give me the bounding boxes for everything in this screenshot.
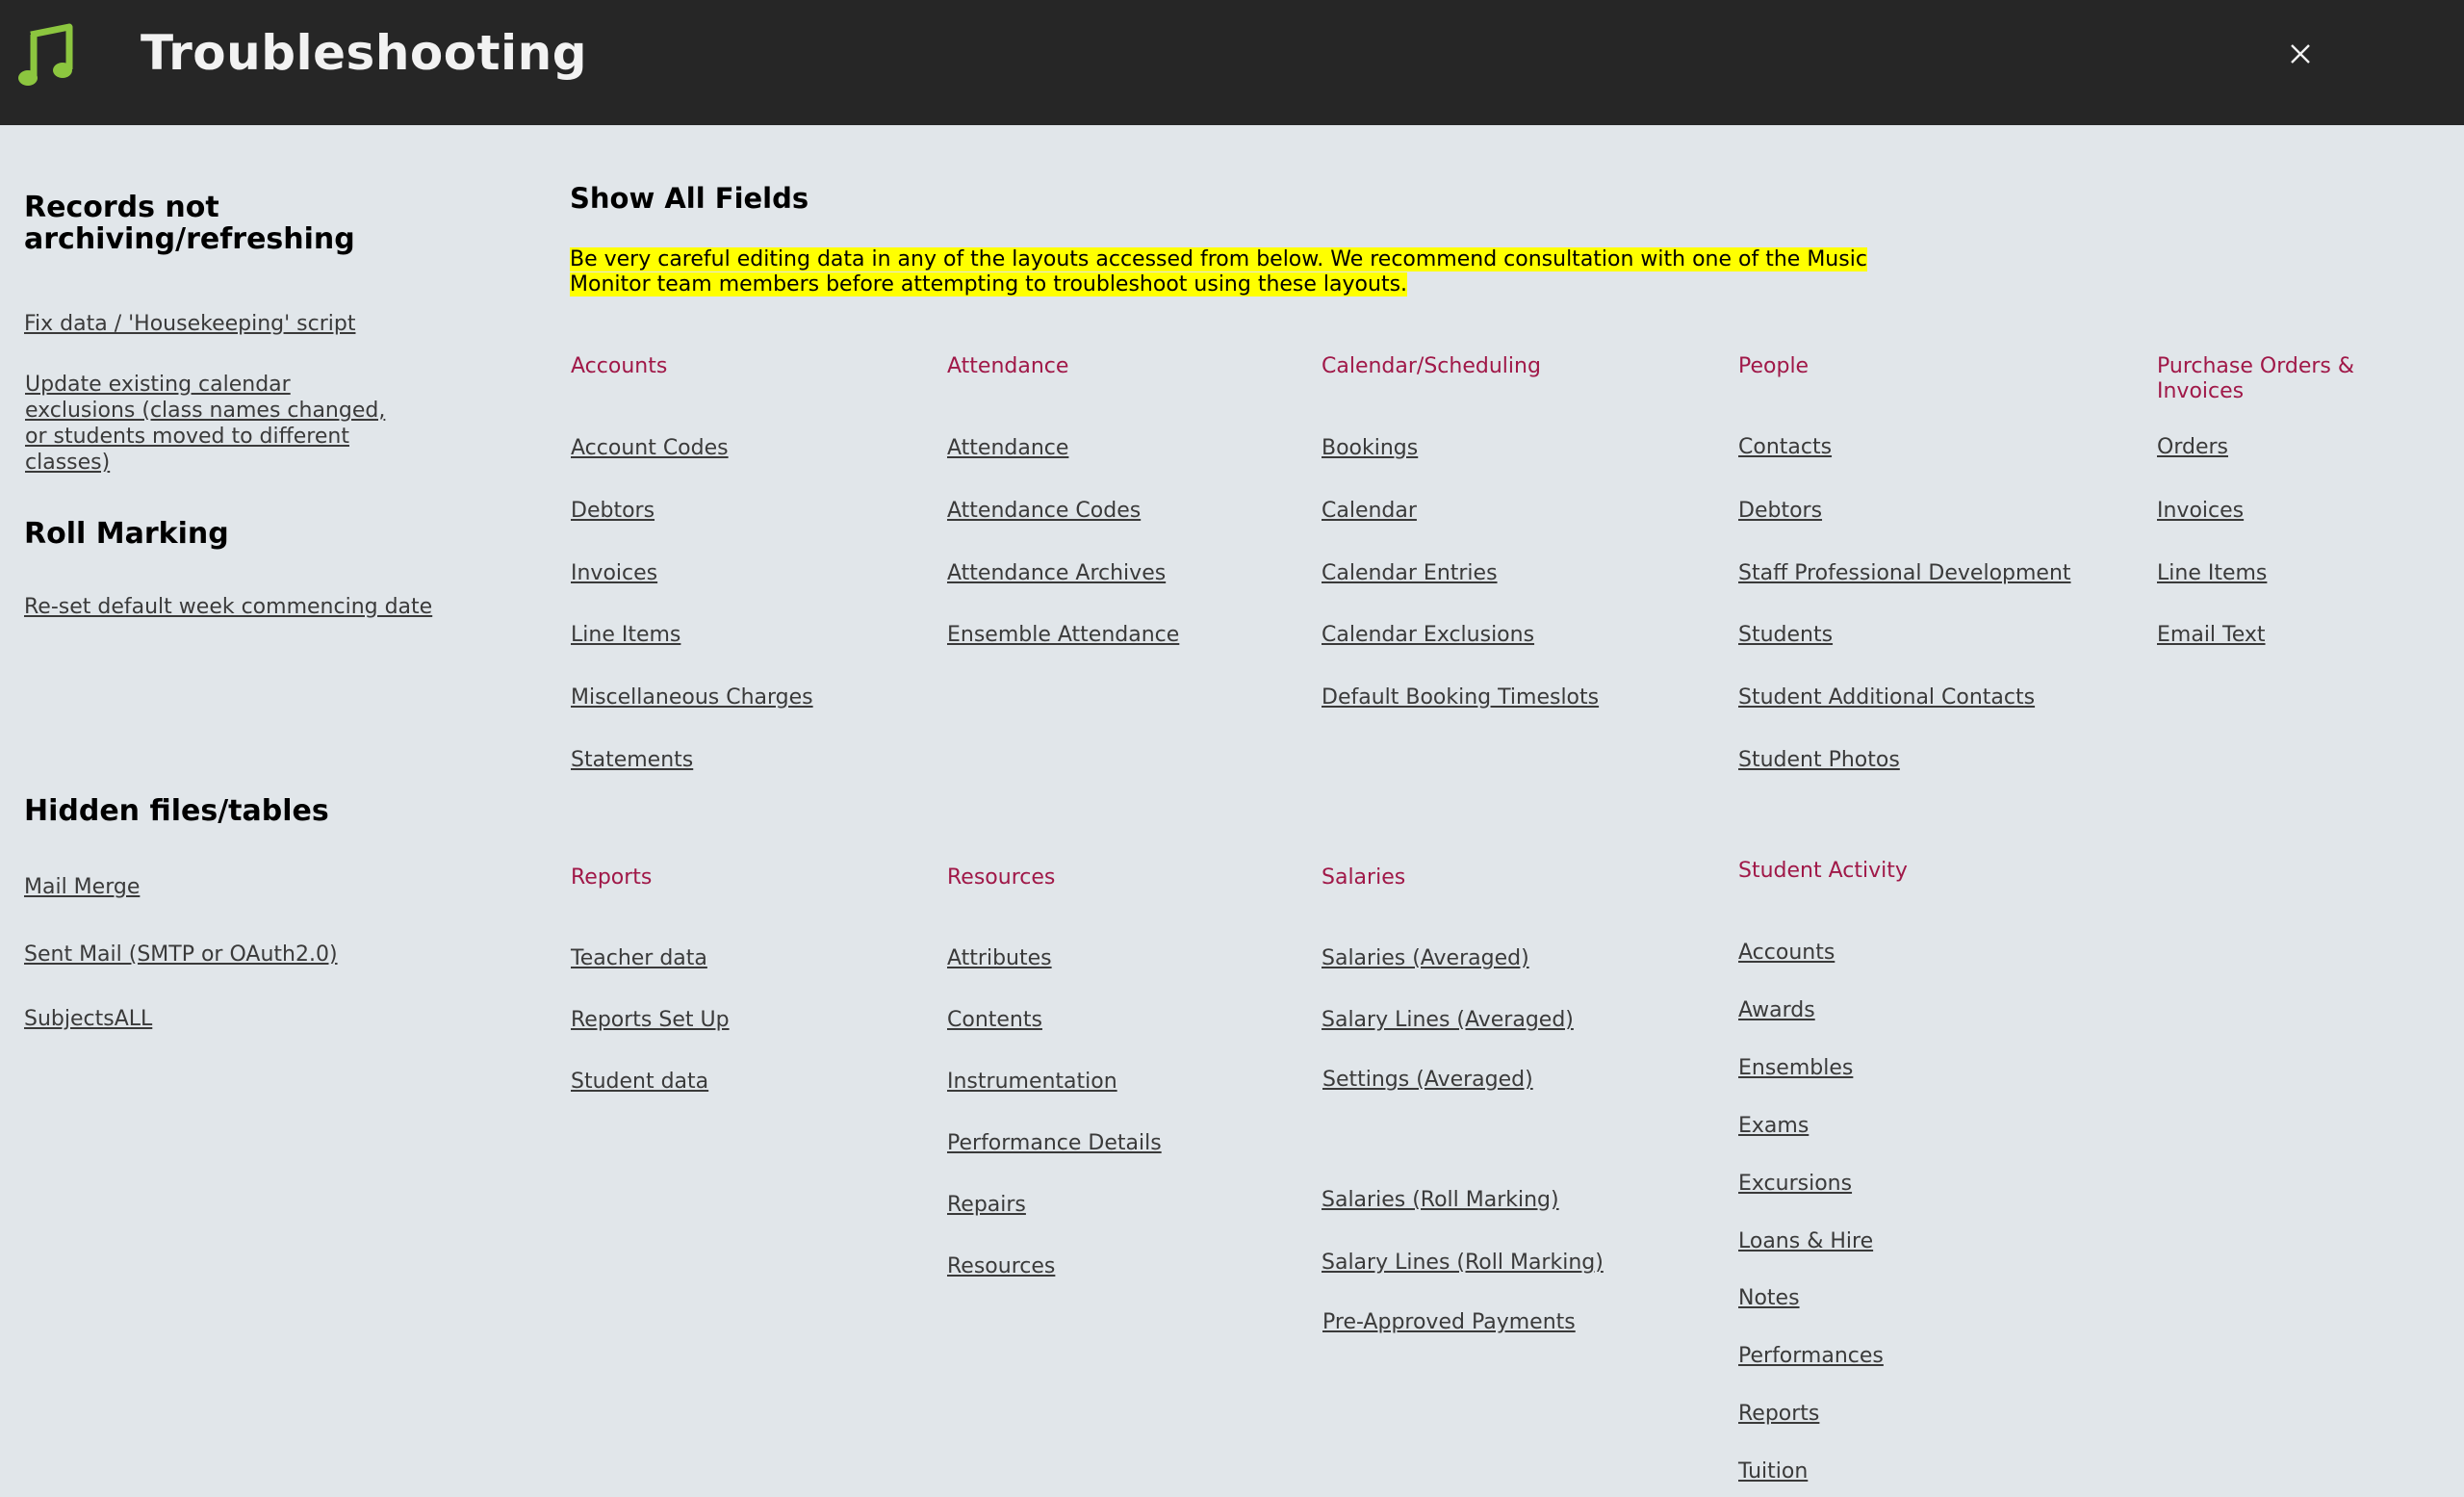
link-reset-week[interactable]: Re-set default week commencing date	[24, 594, 432, 620]
link-exams[interactable]: Exams	[1738, 1113, 1809, 1139]
link-attendance-codes[interactable]: Attendance Codes	[947, 498, 1141, 524]
category-resources: Resources	[947, 865, 1056, 890]
link-excursions[interactable]: Excursions	[1738, 1171, 1852, 1197]
link-calendar-exclusions[interactable]: Calendar Exclusions	[1322, 622, 1534, 648]
category-attendance: Attendance	[947, 354, 1069, 378]
link-instrumentation[interactable]: Instrumentation	[947, 1069, 1117, 1095]
link-salary-lines-roll-marking[interactable]: Salary Lines (Roll Marking)	[1322, 1250, 1604, 1276]
link-calendar-entries[interactable]: Calendar Entries	[1322, 560, 1498, 586]
category-calendar: Calendar/Scheduling	[1322, 354, 1541, 378]
show-all-fields-heading: Show All Fields	[570, 182, 809, 215]
link-po-invoices[interactable]: Invoices	[2157, 498, 2244, 524]
link-po-line-items[interactable]: Line Items	[2157, 560, 2267, 586]
link-students[interactable]: Students	[1738, 622, 1833, 648]
link-notes[interactable]: Notes	[1738, 1285, 1800, 1311]
link-salaries-roll-marking[interactable]: Salaries (Roll Marking)	[1322, 1187, 1559, 1213]
link-salaries-averaged[interactable]: Salaries (Averaged)	[1322, 945, 1529, 971]
link-accounts-invoices[interactable]: Invoices	[571, 560, 657, 586]
link-activity-reports[interactable]: Reports	[1738, 1401, 1819, 1427]
link-tuition[interactable]: Tuition	[1738, 1458, 1808, 1484]
link-account-codes[interactable]: Account Codes	[571, 435, 729, 461]
link-teacher-data[interactable]: Teacher data	[571, 945, 707, 971]
link-contents[interactable]: Contents	[947, 1007, 1042, 1033]
link-student-additional-contacts[interactable]: Student Additional Contacts	[1738, 684, 2035, 710]
link-calendar[interactable]: Calendar	[1322, 498, 1417, 524]
category-accounts: Accounts	[571, 354, 668, 378]
link-repairs[interactable]: Repairs	[947, 1192, 1026, 1218]
link-attendance[interactable]: Attendance	[947, 435, 1068, 461]
link-settings-averaged[interactable]: Settings (Averaged)	[1322, 1067, 1533, 1093]
category-reports: Reports	[571, 865, 653, 890]
link-performance-details[interactable]: Performance Details	[947, 1130, 1162, 1156]
link-accounts-line-items[interactable]: Line Items	[571, 622, 680, 648]
warning-notice: Be very careful editing data in any of t…	[570, 247, 1867, 297]
music-note-icon	[18, 23, 73, 86]
category-student-activity: Student Activity	[1738, 859, 1908, 883]
link-attendance-archives[interactable]: Attendance Archives	[947, 560, 1166, 586]
link-orders[interactable]: Orders	[2157, 434, 2228, 460]
hidden-files-heading: Hidden files/tables	[24, 794, 329, 828]
link-accounts-debtors[interactable]: Debtors	[571, 498, 654, 524]
link-misc-charges[interactable]: Miscellaneous Charges	[571, 684, 813, 710]
link-student-data[interactable]: Student data	[571, 1069, 708, 1095]
roll-marking-heading: Roll Marking	[24, 517, 229, 551]
link-reports-set-up[interactable]: Reports Set Up	[571, 1007, 730, 1033]
link-fix-data[interactable]: Fix data / 'Housekeeping' script	[24, 311, 355, 337]
link-loans-hire[interactable]: Loans & Hire	[1738, 1228, 1873, 1254]
link-pre-approved-payments[interactable]: Pre-Approved Payments	[1322, 1309, 1576, 1335]
records-heading: Records not archiving/refreshing	[24, 191, 355, 256]
link-email-text[interactable]: Email Text	[2157, 622, 2266, 648]
link-staff-pd[interactable]: Staff Professional Development	[1738, 560, 2071, 586]
link-ensemble-attendance[interactable]: Ensemble Attendance	[947, 622, 1179, 648]
link-subjects-all[interactable]: SubjectsALL	[24, 1006, 152, 1032]
link-performances[interactable]: Performances	[1738, 1343, 1884, 1369]
category-people: People	[1738, 354, 1810, 378]
link-activity-accounts[interactable]: Accounts	[1738, 940, 1835, 966]
category-purchase-orders: Purchase Orders & Invoices	[2157, 354, 2355, 403]
link-update-exclusions[interactable]: Update existing calendar exclusions (cla…	[25, 372, 391, 476]
link-resources[interactable]: Resources	[947, 1253, 1055, 1279]
link-awards[interactable]: Awards	[1738, 997, 1815, 1023]
link-ensembles[interactable]: Ensembles	[1738, 1055, 1853, 1081]
link-statements[interactable]: Statements	[571, 747, 693, 773]
category-salaries: Salaries	[1322, 865, 1406, 890]
top-bar: Troubleshooting	[0, 0, 2464, 125]
link-attributes[interactable]: Attributes	[947, 945, 1052, 971]
close-icon[interactable]	[2285, 39, 2316, 69]
link-default-booking-timeslots[interactable]: Default Booking Timeslots	[1322, 684, 1599, 710]
page-title: Troubleshooting	[141, 25, 588, 81]
link-salary-lines-averaged[interactable]: Salary Lines (Averaged)	[1322, 1007, 1574, 1033]
link-people-debtors[interactable]: Debtors	[1738, 498, 1822, 524]
link-mail-merge[interactable]: Mail Merge	[24, 874, 140, 900]
link-contacts[interactable]: Contacts	[1738, 434, 1832, 460]
link-student-photos[interactable]: Student Photos	[1738, 747, 1900, 773]
link-sent-mail[interactable]: Sent Mail (SMTP or OAuth2.0)	[24, 942, 338, 968]
link-bookings[interactable]: Bookings	[1322, 435, 1418, 461]
